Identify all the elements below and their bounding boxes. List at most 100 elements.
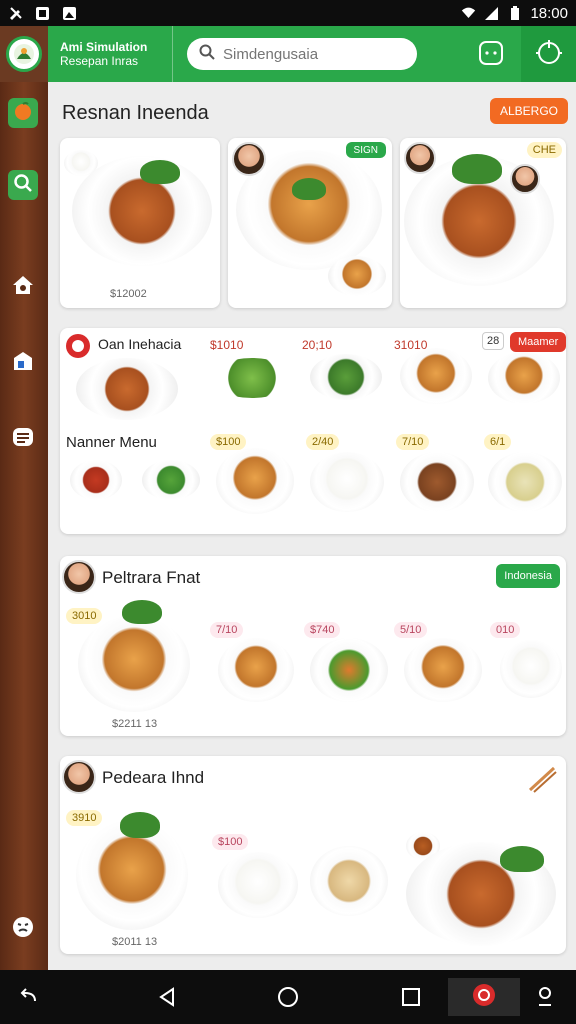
restaurant-section-card: Peltrara Fnat Indonesia 3010 7/10 $740 5…	[60, 556, 566, 736]
menu-item-image[interactable]	[400, 348, 472, 404]
notification-icon	[35, 6, 50, 21]
sidebar	[0, 82, 48, 970]
battery-icon	[507, 5, 522, 21]
logo-container	[0, 26, 48, 82]
sidebar-item-fruit[interactable]	[8, 98, 38, 128]
gallery-card[interactable]: SIGN	[228, 138, 392, 308]
tools-icon	[8, 6, 23, 21]
store-icon	[11, 349, 35, 378]
app-logo[interactable]	[6, 36, 42, 72]
app-shortcut-button[interactable]	[448, 978, 520, 1016]
recents-button[interactable]	[396, 982, 426, 1012]
item-price: 010	[490, 622, 521, 638]
garnish-image	[500, 846, 544, 872]
app-title-line1: Ami Simulation	[60, 40, 148, 54]
gallery-card[interactable]: CHE	[400, 138, 566, 308]
accessibility-button[interactable]	[530, 982, 560, 1012]
menu-price: $100	[210, 434, 247, 450]
item-price: 5/10	[394, 622, 428, 638]
system-nav-bar	[0, 970, 576, 1024]
menu-price: 2/40	[306, 434, 340, 450]
header-divider	[172, 26, 173, 82]
menu-item-image[interactable]	[70, 460, 122, 500]
search-bar[interactable]	[187, 38, 417, 70]
menu-item-image[interactable]	[76, 358, 178, 420]
menu-price: 6/1	[484, 434, 512, 450]
back-arrow-button[interactable]	[14, 982, 44, 1012]
menu-item-image[interactable]	[488, 452, 562, 512]
menu-item-image[interactable]	[310, 452, 384, 512]
section-badge-button[interactable]: Indonesia	[496, 564, 560, 588]
gallery-card[interactable]: $12002	[60, 138, 220, 308]
menu-item-image[interactable]	[500, 640, 562, 698]
menu-item-image[interactable]	[400, 452, 474, 512]
menu-item-image[interactable]	[310, 354, 382, 400]
person-image	[510, 164, 540, 194]
item-price: 3010	[66, 608, 103, 624]
sidebar-item-orders[interactable]	[8, 424, 38, 454]
back-button[interactable]	[152, 982, 182, 1012]
menu-item-image[interactable]	[218, 852, 298, 918]
menu-price: 20;10	[302, 338, 333, 352]
gallery-caption: $12002	[110, 288, 147, 300]
garnish-image	[140, 160, 180, 184]
app-header: Ami Simulation Resepan Inras	[0, 26, 576, 82]
garnish-image	[122, 600, 162, 624]
item-price: $740	[304, 622, 341, 638]
menu-item-image[interactable]	[142, 460, 200, 500]
menu-item-image[interactable]	[78, 616, 190, 712]
page-title: Resnan Ineenda	[62, 102, 209, 124]
menu-item-image[interactable]	[310, 846, 388, 916]
sauce-bowl-image	[64, 150, 98, 176]
gallery-badge: CHE	[526, 142, 562, 158]
menu-item-image[interactable]	[488, 352, 560, 404]
menu-item-image[interactable]	[216, 448, 294, 514]
record-icon	[471, 982, 497, 1013]
sidebar-item-store[interactable]	[8, 348, 38, 378]
chef-avatar	[232, 142, 266, 176]
side-bowl-image	[328, 256, 386, 296]
chopsticks-icon[interactable]	[526, 762, 558, 799]
profile-button[interactable]	[521, 26, 576, 82]
app-title-line2: Resepan Inras	[60, 54, 139, 68]
menu-card: Oan Inehacia $1010 20;10 31010 28 Maamer…	[60, 328, 566, 534]
status-bar: 18:00	[0, 0, 576, 26]
menu-item-image[interactable]	[404, 638, 482, 702]
search-input[interactable]	[223, 45, 403, 63]
sidebar-item-home[interactable]	[8, 272, 38, 302]
status-time: 18:00	[530, 4, 568, 22]
section-caption: $2211 13	[112, 718, 158, 730]
signal-icon	[484, 6, 499, 21]
section-title: Peltrara Fnat	[102, 568, 201, 587]
garnish-image	[292, 178, 326, 200]
home-button[interactable]	[273, 982, 303, 1012]
app-title: Ami Simulation Resepan Inras	[48, 40, 168, 68]
face-icon	[11, 915, 35, 944]
orange-icon	[13, 101, 33, 126]
power-icon	[535, 38, 563, 71]
item-price: $100	[212, 834, 249, 850]
menu-price: 7/10	[396, 434, 430, 450]
menu-badge-button[interactable]: Maamer	[510, 332, 566, 352]
sidebar-item-profile[interactable]	[8, 914, 38, 944]
wifi-icon	[461, 6, 476, 21]
section-caption: $2011 13	[112, 936, 158, 948]
sidebar-item-search[interactable]	[8, 170, 38, 200]
item-price: 3910	[66, 810, 103, 826]
menu-item-image[interactable]	[210, 358, 294, 398]
brand-seal-icon	[404, 142, 436, 174]
gallery-badge: SIGN	[345, 142, 386, 158]
garnish-image	[452, 154, 502, 184]
search-icon	[13, 173, 33, 198]
scan-button[interactable]	[476, 38, 506, 68]
app-root: 18:00 Ami Simulation Resepan Inras Simde…	[0, 0, 576, 1024]
main-content: Resnan Ineenda ALBERGO $12002 SIGN CHE O…	[48, 82, 576, 970]
home-icon	[11, 274, 35, 301]
menu-item-image[interactable]	[218, 638, 294, 702]
section-title: Pedeara Ihnd	[102, 768, 205, 787]
menu-card-title: Oan Inehacia	[98, 336, 182, 352]
restaurant-section-card: Pedeara Ihnd 3910 $100 $2011 13	[60, 756, 566, 954]
filter-badge-button[interactable]: ALBERGO	[489, 98, 568, 124]
menu-item-image[interactable]	[310, 638, 388, 702]
garnish-image	[120, 812, 160, 838]
